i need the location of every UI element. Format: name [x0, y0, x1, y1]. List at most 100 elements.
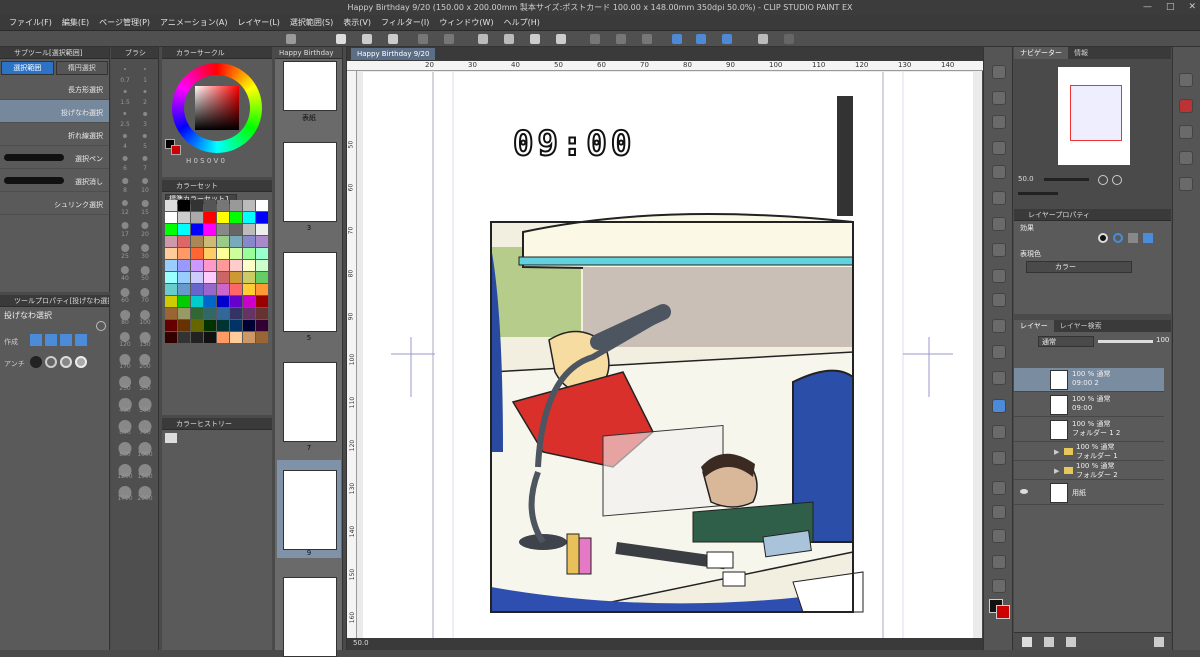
color-swatch[interactable] — [165, 308, 177, 319]
decoration-icon[interactable] — [992, 345, 1006, 359]
page-thumb-11[interactable] — [283, 577, 337, 657]
pencil-icon[interactable] — [992, 269, 1006, 283]
color-swatch[interactable] — [243, 212, 255, 223]
color-swatch[interactable] — [243, 296, 255, 307]
color-swatch[interactable] — [204, 260, 216, 271]
color-swatch[interactable] — [256, 296, 268, 307]
antialias-strong-icon[interactable] — [75, 356, 87, 368]
color-swatch[interactable] — [178, 224, 190, 235]
color-swatch[interactable] — [217, 212, 229, 223]
color-swatch[interactable] — [178, 248, 190, 259]
subtool-selection-eraser[interactable]: 選択消し — [0, 169, 109, 192]
brush-size-option[interactable]: 1500 — [135, 459, 155, 481]
auto-action-icon[interactable] — [1179, 177, 1193, 191]
show-selection-icon[interactable] — [642, 34, 652, 44]
pen-icon[interactable] — [992, 243, 1006, 257]
trash-icon[interactable] — [1154, 637, 1164, 647]
brush-size-option[interactable]: 2.5 — [115, 107, 135, 129]
brush-size-option[interactable]: 6 — [115, 151, 135, 173]
fill-icon[interactable] — [530, 34, 540, 44]
snap-ruler-icon[interactable] — [672, 34, 682, 44]
zoom-slider[interactable] — [1044, 178, 1089, 181]
color-swatch[interactable] — [217, 248, 229, 259]
color-swatch[interactable] — [204, 308, 216, 319]
minimize-icon[interactable]: — — [1143, 0, 1152, 15]
color-swatch[interactable] — [243, 320, 255, 331]
color-swatch[interactable] — [217, 224, 229, 235]
color-swatch[interactable] — [243, 200, 255, 211]
layer-color-icon[interactable] — [1143, 233, 1153, 243]
gradient-icon[interactable] — [992, 529, 1006, 543]
brush-size-option[interactable]: 60 — [115, 283, 135, 305]
brush-size-option[interactable]: 17 — [115, 217, 135, 239]
color-swatch[interactable] — [230, 296, 242, 307]
color-swatch[interactable] — [204, 320, 216, 331]
brush-size-option[interactable]: 400 — [115, 393, 135, 415]
tone-icon[interactable] — [1128, 233, 1138, 243]
brush-size-option[interactable]: 20 — [135, 217, 155, 239]
transform-icon[interactable] — [556, 34, 566, 44]
menu-view[interactable]: 表示(V) — [338, 15, 376, 30]
expand-icon[interactable]: ▶ — [1054, 467, 1059, 475]
color-swatch[interactable] — [165, 236, 177, 247]
color-swatch[interactable] — [191, 308, 203, 319]
color-swatch[interactable] — [256, 200, 268, 211]
color-swatch[interactable] — [204, 212, 216, 223]
brush-size-option[interactable]: 40 — [115, 261, 135, 283]
tab-selection-area[interactable]: 選択範囲 — [1, 61, 54, 75]
new-file-icon[interactable] — [336, 34, 346, 44]
sub-color-swatch[interactable] — [171, 145, 181, 155]
brush-size-option[interactable]: 500 — [135, 393, 155, 415]
color-swatch[interactable] — [243, 332, 255, 343]
move-layer-icon[interactable] — [992, 141, 1006, 155]
color-swatch[interactable] — [165, 272, 177, 283]
color-swatch[interactable] — [230, 284, 242, 295]
brush-size-option[interactable]: 5 — [135, 129, 155, 151]
brush-size-option[interactable]: 2000 — [135, 481, 155, 503]
subtool-shrink-selection[interactable]: シュリンク選択 — [0, 192, 109, 215]
menu-page[interactable]: ページ管理(P) — [94, 15, 155, 30]
blend-mode-select[interactable]: 通常 — [1038, 336, 1094, 347]
color-swatch[interactable] — [230, 248, 242, 259]
color-swatch[interactable] — [178, 320, 190, 331]
color-swatch[interactable] — [217, 272, 229, 283]
color-swatch[interactable] — [256, 332, 268, 343]
color-swatch[interactable] — [217, 236, 229, 247]
color-swatch[interactable] — [191, 248, 203, 259]
color-swatch[interactable] — [204, 236, 216, 247]
opacity-slider[interactable] — [1098, 340, 1153, 343]
menu-filter[interactable]: フィルター(I) — [376, 15, 434, 30]
color-swatch[interactable] — [178, 284, 190, 295]
brush-size-option[interactable]: 1700 — [115, 481, 135, 503]
open-icon[interactable] — [362, 34, 372, 44]
color-swatch[interactable] — [165, 200, 177, 211]
add-selection-icon[interactable] — [45, 334, 57, 346]
eye-icon[interactable] — [1020, 489, 1028, 494]
menu-selection[interactable]: 選択範囲(S) — [285, 15, 338, 30]
color-swatch[interactable] — [178, 260, 190, 271]
color-swatch[interactable] — [191, 236, 203, 247]
brush-size-option[interactable]: 120 — [115, 327, 135, 349]
color-swatch[interactable] — [243, 224, 255, 235]
canvas-paper[interactable]: 09:00 — [363, 72, 973, 642]
airbrush-icon[interactable] — [992, 319, 1006, 333]
snap-special-ruler-icon[interactable] — [696, 34, 706, 44]
color-swatch[interactable] — [243, 260, 255, 271]
selection-tool-icon[interactable] — [992, 165, 1006, 179]
subtract-selection-icon[interactable] — [60, 334, 72, 346]
layer-row[interactable]: 100 % 通常 09:00 2 — [1014, 368, 1164, 392]
color-swatch[interactable] — [165, 212, 177, 223]
color-swatch[interactable] — [256, 272, 268, 283]
color-swatch[interactable] — [256, 260, 268, 271]
color-swatch[interactable] — [191, 260, 203, 271]
color-swatch[interactable] — [217, 308, 229, 319]
maximize-icon[interactable]: □ — [1166, 0, 1175, 15]
auto-select-icon[interactable] — [992, 191, 1006, 205]
color-swatch[interactable] — [243, 236, 255, 247]
subtool-polyline-selection[interactable]: 折れ線選択 — [0, 123, 109, 146]
color-swatch[interactable] — [191, 272, 203, 283]
brush-size-option[interactable]: 200 — [135, 349, 155, 371]
material-icon[interactable] — [1179, 73, 1193, 87]
color-swatch[interactable] — [178, 308, 190, 319]
color-swatch[interactable] — [230, 260, 242, 271]
